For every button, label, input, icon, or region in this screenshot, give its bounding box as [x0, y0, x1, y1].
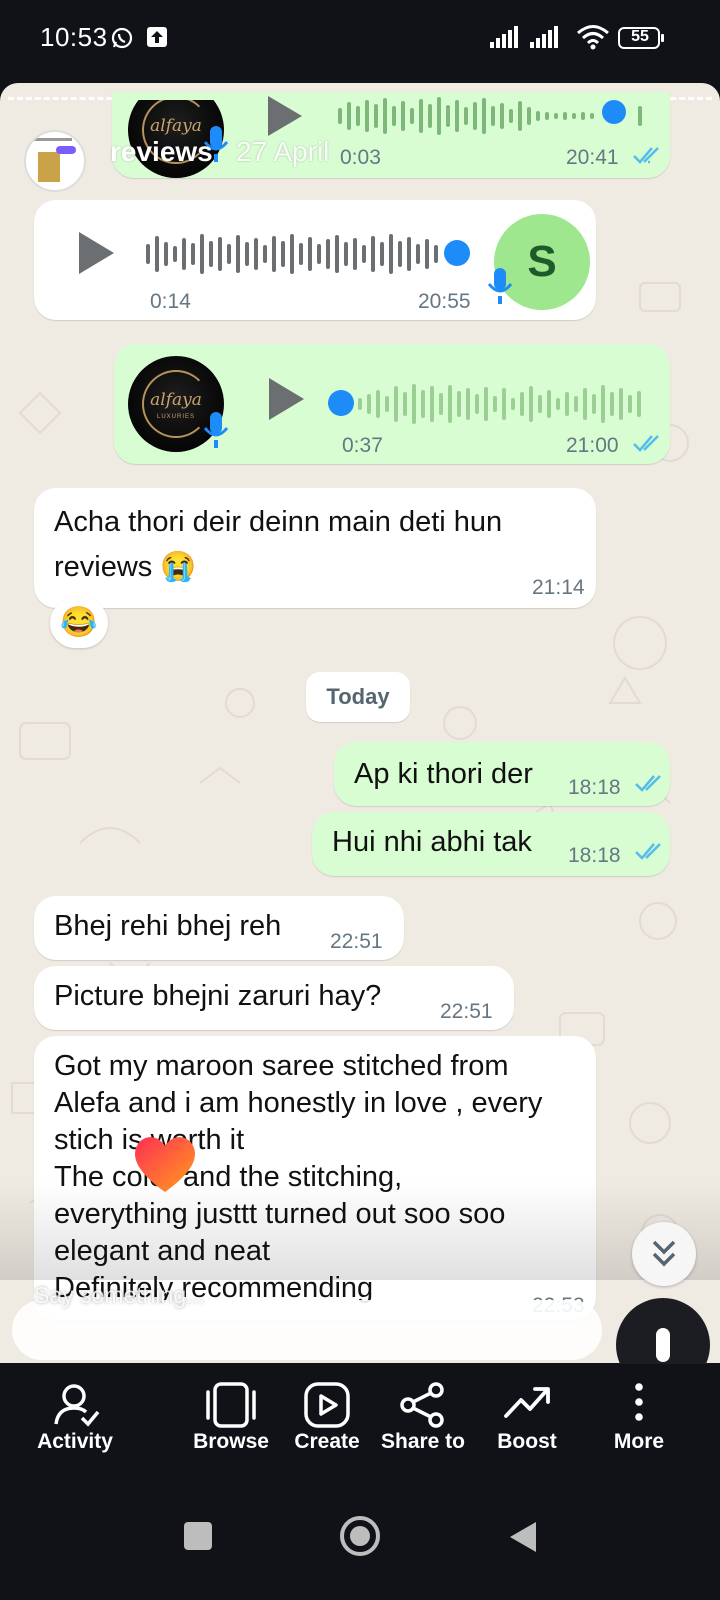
upload-icon: [146, 26, 168, 53]
read-ticks-icon: [634, 772, 668, 799]
voice-progress-knob[interactable]: [328, 390, 354, 416]
mic-icon: [656, 1328, 670, 1362]
mic-icon: [486, 266, 514, 311]
message-text: Ap ki thori der: [354, 758, 533, 790]
message-input-bar[interactable]: [12, 1300, 602, 1360]
action-label: Create: [294, 1430, 360, 1453]
signal-icon: [530, 26, 564, 53]
message-time: 18:18: [568, 844, 621, 867]
screen: 10:53 55 alfaya 0:03 20:41 reviews 27 Ap…: [0, 0, 720, 1600]
message-time: 21:00: [566, 434, 619, 457]
boost-button[interactable]: Boost: [472, 1364, 582, 1484]
action-label: More: [613, 1430, 665, 1453]
voice-duration: 0:03: [340, 146, 381, 169]
status-bar: 10:53 55: [0, 0, 720, 80]
boost-icon: [504, 1387, 550, 1418]
signal-icon: [490, 26, 524, 53]
brand-logo: alfaya: [150, 390, 202, 410]
message-time: 22:51: [330, 930, 383, 953]
back-button[interactable]: [508, 1520, 538, 1559]
wifi-icon: [576, 24, 610, 55]
browse-button[interactable]: Browse: [176, 1364, 286, 1484]
voice-duration: 0:14: [150, 290, 191, 313]
message-text: Bhej rehi bhej reh: [54, 910, 282, 942]
message-time: 20:41: [566, 146, 619, 169]
read-ticks-icon: [634, 840, 668, 867]
date-divider: Today: [306, 672, 410, 722]
read-ticks-icon: [632, 144, 666, 171]
battery-icon: 55: [618, 26, 666, 55]
create-icon: [304, 1382, 350, 1428]
home-button[interactable]: [340, 1516, 380, 1556]
comment-input[interactable]: Say something...: [34, 1282, 205, 1309]
whatsapp-icon: [110, 26, 134, 55]
story-bottom-fade: [0, 1180, 720, 1280]
message-text: Hui nhi abhi tak: [332, 826, 532, 858]
voice-duration: 0:37: [342, 434, 383, 457]
share-button[interactable]: Share to: [368, 1364, 478, 1484]
play-icon[interactable]: [76, 232, 116, 279]
recents-button[interactable]: [184, 1522, 212, 1550]
story-thumbnail[interactable]: [24, 130, 86, 192]
activity-icon: [54, 1384, 100, 1427]
message-text: Picture bhejni zaruri hay?: [54, 980, 382, 1012]
create-button[interactable]: Create: [272, 1364, 382, 1484]
message-time: 22:51: [440, 1000, 493, 1023]
play-icon[interactable]: [266, 378, 306, 425]
story-title: reviews: [110, 136, 213, 167]
activity-button[interactable]: Activity: [20, 1364, 130, 1484]
voice-waveform[interactable]: [146, 232, 446, 276]
message-time: 18:18: [568, 776, 621, 799]
message-time: 20:55: [418, 290, 471, 313]
action-label: Share to: [380, 1430, 466, 1453]
share-icon: [400, 1382, 444, 1428]
story-date: 27 April: [236, 136, 330, 167]
battery-level: 55: [631, 28, 649, 45]
double-chevron-down-icon: [652, 1240, 676, 1267]
home-dot: [350, 1526, 370, 1546]
action-label: Browse: [193, 1430, 269, 1453]
browse-icon: [206, 1382, 256, 1428]
more-button[interactable]: More: [584, 1364, 694, 1484]
message-time: 21:14: [532, 576, 585, 599]
scroll-down-button[interactable]: [632, 1222, 696, 1286]
more-icon: [635, 1383, 643, 1421]
read-ticks-icon: [632, 432, 666, 459]
system-navigation-bar: [0, 1484, 720, 1600]
story-action-bar: Activity Browse Create Share to Boost Mo…: [0, 1364, 720, 1484]
play-icon[interactable]: [264, 96, 304, 141]
back-icon: [510, 1522, 536, 1552]
action-label: Boost: [497, 1430, 557, 1453]
voice-progress-knob[interactable]: [602, 100, 626, 124]
voice-progress-knob[interactable]: [444, 240, 470, 266]
clock: 10:53: [40, 22, 108, 52]
voice-waveform[interactable]: [358, 382, 658, 426]
message-text: Acha thori deir deinn main deti hun revi…: [54, 506, 503, 583]
action-label: Activity: [37, 1430, 113, 1453]
mic-icon: [202, 410, 230, 455]
message-reaction[interactable]: 😂: [50, 598, 108, 648]
